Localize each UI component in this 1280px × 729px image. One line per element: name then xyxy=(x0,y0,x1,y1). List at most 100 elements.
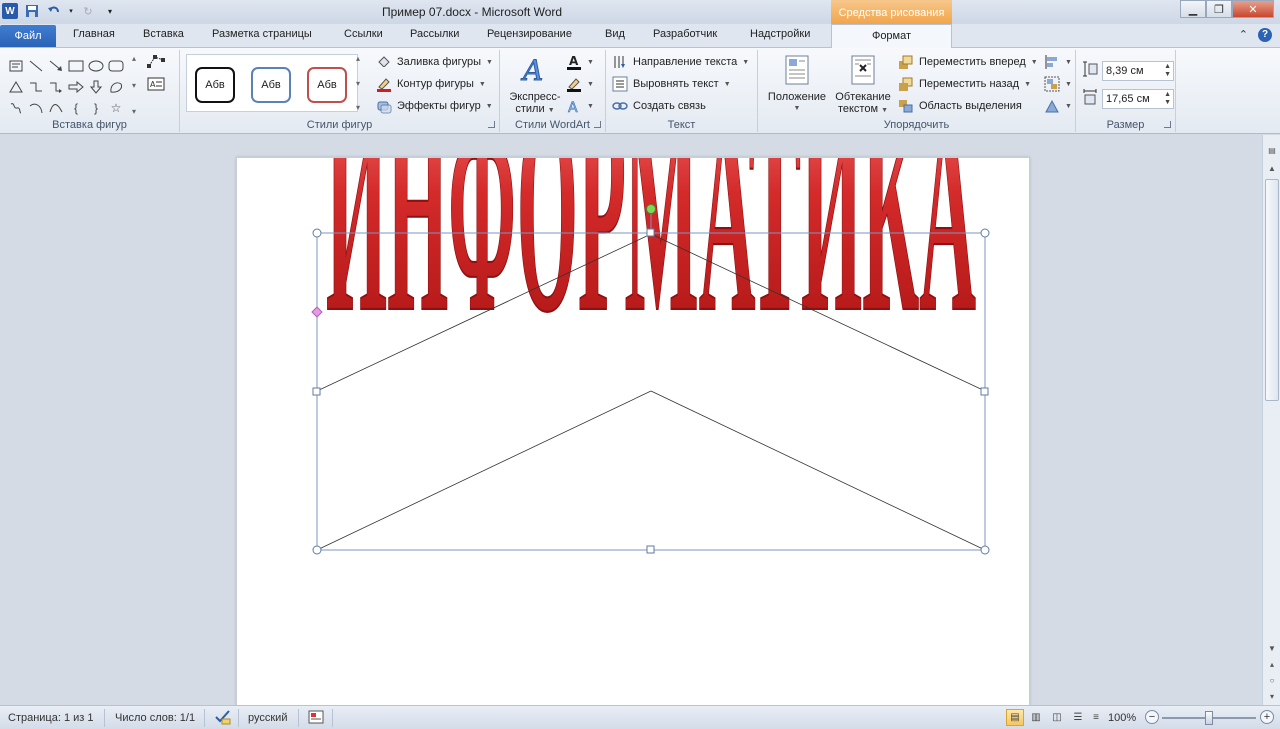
zoom-in-icon[interactable]: + xyxy=(1260,710,1274,724)
scroll-up-icon[interactable]: ▴ xyxy=(132,54,136,63)
tab-home[interactable]: Главная xyxy=(73,28,115,40)
create-link-button[interactable]: Создать связь xyxy=(612,97,706,115)
resize-handle-bottom-left[interactable] xyxy=(312,545,322,555)
edit-shape-icon[interactable] xyxy=(147,54,167,71)
rotate-button[interactable]: ▼ xyxy=(1044,97,1072,115)
print-layout-view-icon[interactable]: ▤ xyxy=(1006,709,1024,726)
scroll-down-icon[interactable]: ▾ xyxy=(132,81,136,90)
elbow-connector-shape-icon[interactable] xyxy=(26,76,46,97)
star-shape-icon[interactable]: ☆ xyxy=(106,97,126,118)
shape-style-red[interactable]: Абв xyxy=(307,67,347,103)
document-page[interactable]: ИНФОРМАТИКА xyxy=(236,157,1030,705)
resize-handle-right[interactable] xyxy=(980,387,989,396)
text-fill-button[interactable]: A ▼ xyxy=(566,53,594,71)
scroll-down-icon[interactable]: ▼ xyxy=(1265,641,1279,655)
shape-effects-button[interactable]: Эффекты фигур ▼ xyxy=(376,97,493,115)
height-input[interactable]: 8,39 см ▲ ▼ xyxy=(1102,60,1174,81)
rectangle-shape-icon[interactable] xyxy=(66,55,86,76)
resize-handle-bottom[interactable] xyxy=(646,545,655,554)
position-button[interactable]: Положение ▼ xyxy=(764,54,830,115)
tab-page-layout[interactable]: Разметка страницы xyxy=(212,28,312,40)
tab-format[interactable]: Формат xyxy=(831,24,952,49)
undo-icon[interactable] xyxy=(46,3,62,19)
redo-icon[interactable]: ↻ xyxy=(80,3,96,19)
shape-style-black[interactable]: Абв xyxy=(195,67,235,103)
tab-references[interactable]: Ссылки xyxy=(344,28,383,40)
ruler-toggle-icon[interactable]: ▤ xyxy=(1265,143,1279,157)
left-brace-shape-icon[interactable]: { xyxy=(66,97,86,118)
spelling-check-icon[interactable] xyxy=(214,709,232,728)
rotate-handle[interactable] xyxy=(646,204,656,214)
undo-dropdown-icon[interactable]: ▾ xyxy=(68,3,74,19)
rounded-rectangle-shape-icon[interactable] xyxy=(106,55,126,76)
group-objects-button[interactable]: ▼ xyxy=(1044,75,1072,93)
macro-recording-icon[interactable] xyxy=(308,710,324,727)
bring-forward-button[interactable]: Переместить вперед ▼ xyxy=(898,53,1038,71)
express-styles-button[interactable]: A Экспресс- стили ▼ xyxy=(506,54,564,117)
right-brace-shape-icon[interactable]: } xyxy=(86,97,106,118)
language[interactable]: русский xyxy=(248,712,287,724)
send-backward-button[interactable]: Переместить назад ▼ xyxy=(898,75,1031,93)
draft-view-icon[interactable]: ≡ xyxy=(1087,709,1105,726)
shape-outline-button[interactable]: Контур фигуры ▼ xyxy=(376,75,486,93)
tab-insert[interactable]: Вставка xyxy=(143,28,184,40)
zoom-slider-thumb[interactable] xyxy=(1205,711,1213,725)
resize-handle-top-right[interactable] xyxy=(980,228,990,238)
align-button[interactable]: ▼ xyxy=(1044,53,1072,71)
word-count[interactable]: Число слов: 1/1 xyxy=(115,712,195,724)
zoom-level[interactable]: 100% xyxy=(1108,712,1136,724)
scroll-down-icon[interactable]: ▾ xyxy=(356,79,360,88)
width-input[interactable]: 17,65 см ▲ ▼ xyxy=(1102,88,1174,109)
restore-button[interactable]: ❐ xyxy=(1206,0,1232,18)
more-shapes-icon[interactable]: ▾ xyxy=(132,107,136,116)
text-outline-button[interactable]: ▼ xyxy=(566,75,594,93)
resize-handle-top[interactable] xyxy=(646,228,655,237)
adjustment-handle[interactable] xyxy=(311,306,323,318)
scroll-up-icon[interactable]: ▲ xyxy=(1265,161,1279,175)
textbox-shape-icon[interactable] xyxy=(6,55,26,76)
browse-object-icon[interactable]: ○ xyxy=(1265,673,1279,687)
resize-handle-top-left[interactable] xyxy=(312,228,322,238)
align-text-button[interactable]: Выровнять текст ▼ xyxy=(612,75,731,93)
minimize-ribbon-icon[interactable]: ⌃ xyxy=(1239,28,1248,42)
size-launcher-icon[interactable] xyxy=(1164,121,1171,128)
right-arrow-shape-icon[interactable] xyxy=(66,76,86,97)
more-styles-icon[interactable]: ▾ xyxy=(356,103,360,112)
curve-shape-icon[interactable] xyxy=(46,97,66,118)
tab-view[interactable]: Вид xyxy=(605,28,625,40)
tab-mailings[interactable]: Рассылки xyxy=(410,28,459,40)
triangle-shape-icon[interactable] xyxy=(6,76,26,97)
full-screen-reading-icon[interactable]: ▥ xyxy=(1027,709,1045,726)
width-spinner-icon[interactable]: ▲ ▼ xyxy=(1164,91,1171,107)
tab-addins[interactable]: Надстройки xyxy=(750,28,810,40)
tab-developer[interactable]: Разработчик xyxy=(653,28,717,40)
resize-handle-bottom-right[interactable] xyxy=(980,545,990,555)
help-icon[interactable]: ? xyxy=(1258,28,1272,42)
tab-review[interactable]: Рецензирование xyxy=(487,28,572,40)
minimize-button[interactable]: ▁ xyxy=(1180,0,1206,18)
scroll-up-icon[interactable]: ▴ xyxy=(356,54,360,63)
text-effects-button[interactable]: A ▼ xyxy=(566,97,594,115)
height-spinner-icon[interactable]: ▲ ▼ xyxy=(1164,63,1171,79)
close-button[interactable]: ✕ xyxy=(1232,0,1274,18)
resize-handle-left[interactable] xyxy=(312,387,321,396)
arrow-line-shape-icon[interactable] xyxy=(46,55,66,76)
save-icon[interactable] xyxy=(24,3,40,19)
previous-page-icon[interactable]: ▴ xyxy=(1265,657,1279,671)
down-arrow-shape-icon[interactable] xyxy=(86,76,106,97)
wordart-text[interactable]: ИНФОРМАТИКА xyxy=(325,158,977,375)
next-page-icon[interactable]: ▾ xyxy=(1265,689,1279,703)
word-logo-icon[interactable]: W xyxy=(2,3,18,19)
shape-style-blue[interactable]: Абв xyxy=(251,67,291,103)
page-count[interactable]: Страница: 1 из 1 xyxy=(8,712,94,724)
shape-styles-launcher-icon[interactable] xyxy=(488,121,495,128)
freeform-shape-icon[interactable] xyxy=(6,97,26,118)
zoom-out-icon[interactable]: − xyxy=(1145,710,1159,724)
draw-textbox-icon[interactable]: A xyxy=(147,77,167,94)
oval-shape-icon[interactable] xyxy=(86,55,106,76)
scroll-thumb[interactable] xyxy=(1265,179,1279,401)
elbow-arrow-shape-icon[interactable] xyxy=(46,76,66,97)
selection-pane-button[interactable]: Область выделения xyxy=(898,97,1022,115)
wrap-text-button[interactable]: Обтекание текстом ▼ xyxy=(830,54,896,117)
wordart-styles-launcher-icon[interactable] xyxy=(594,121,601,128)
